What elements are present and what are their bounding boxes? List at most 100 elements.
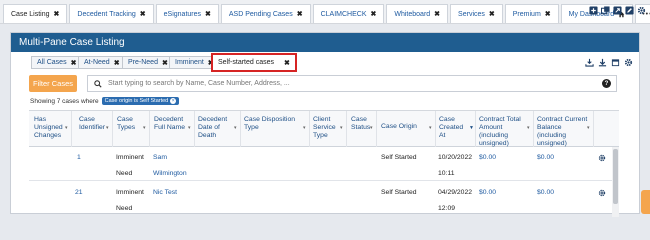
gear-icon[interactable] xyxy=(624,58,633,69)
tab-whiteboard[interactable]: Whiteboard ✖ xyxy=(386,4,449,23)
tab-label: ASD Pending Cases xyxy=(228,10,293,18)
case-id-link[interactable]: 21 xyxy=(75,189,83,196)
panel-toolbar-icons xyxy=(585,58,633,69)
col-contract-total-amount[interactable]: Contract Total Amount (including unsigne… xyxy=(479,116,533,148)
decedent-name-link[interactable]: Sam xyxy=(153,154,167,161)
close-icon[interactable]: ✖ xyxy=(205,10,211,18)
sub-tab-bar: All Cases✖ At-Need✖ Pre-Need✖ Imminent✖ … xyxy=(11,52,639,74)
subtab-at-need[interactable]: At-Need ✖ xyxy=(78,56,126,69)
grid-header: Has Unsigned Changes Case Identifier Cas… xyxy=(29,111,619,147)
subtab-all-cases[interactable]: All Cases ✖ xyxy=(31,56,83,69)
filter-summary: Showing 7 cases where Case origin is Sel… xyxy=(30,97,180,105)
tab-label: CLAIMCHECK xyxy=(320,10,367,18)
close-icon[interactable]: ✖ xyxy=(114,59,120,67)
case-id-link[interactable]: 1 xyxy=(77,154,81,161)
gear-icon[interactable] xyxy=(637,6,646,15)
close-icon[interactable]: ✖ xyxy=(434,10,440,18)
grid-scrollbar[interactable] xyxy=(612,147,619,217)
sort-icon[interactable]: ▾ xyxy=(340,125,343,131)
chip-label: Case origin is Self Started xyxy=(104,98,169,104)
help-icon[interactable]: ? xyxy=(602,79,611,88)
search-icon xyxy=(94,79,102,88)
sort-desc-icon[interactable]: ▼ xyxy=(469,125,474,131)
close-icon[interactable]: ✖ xyxy=(545,10,551,18)
col-client-service-type[interactable]: Client Service Type xyxy=(313,116,341,140)
close-icon[interactable]: ✖ xyxy=(54,10,60,18)
sort-icon[interactable]: ▾ xyxy=(234,125,237,131)
download-icon[interactable] xyxy=(598,58,607,69)
scrollbar-thumb[interactable] xyxy=(613,149,618,204)
col-case-created-at[interactable]: Case Created At xyxy=(439,116,471,140)
close-icon[interactable]: ✖ xyxy=(162,59,168,67)
close-icon[interactable]: ✖ xyxy=(140,10,146,18)
sort-icon[interactable]: ▾ xyxy=(188,125,191,131)
subtab-self-started-cases[interactable]: Self-started cases ✖ xyxy=(211,53,297,72)
cases-grid: Has Unsigned Changes Case Identifier Cas… xyxy=(29,110,619,217)
subtab-label: Self-started cases xyxy=(218,59,275,66)
tab-label: Services xyxy=(458,10,485,18)
close-icon[interactable]: ✖ xyxy=(489,10,495,18)
case-type: Need xyxy=(116,205,133,212)
search-input[interactable]: Start typing to search by Name, Case Num… xyxy=(87,75,617,92)
tab-case-listing[interactable]: Case Listing ✖ xyxy=(3,4,68,23)
table-row[interactable]: 1 Imminent Need Sam Wilmington Self Star… xyxy=(29,147,619,181)
gear-icon[interactable] xyxy=(598,189,606,197)
contract-balance[interactable]: $0.00 xyxy=(537,189,554,196)
created-date: 10/20/2022 xyxy=(438,154,473,161)
decedent-name-link[interactable]: Nic Test xyxy=(153,189,177,196)
contract-balance[interactable]: $0.00 xyxy=(537,154,554,161)
close-icon[interactable]: ✖ xyxy=(284,59,290,67)
gear-icon[interactable] xyxy=(598,154,606,162)
tab-claimcheck[interactable]: CLAIMCHECK ✖ xyxy=(312,4,385,23)
sort-icon[interactable]: ▾ xyxy=(303,125,306,131)
tab-label: eSignatures xyxy=(163,10,202,18)
showing-text: Showing 7 cases where xyxy=(30,97,99,105)
sort-icon[interactable]: ▾ xyxy=(527,125,530,131)
filter-chip[interactable]: Case origin is Self Started × xyxy=(101,97,180,105)
side-feedback-tab[interactable] xyxy=(641,190,650,214)
decedent-name-link[interactable]: Wilmington xyxy=(153,170,187,177)
sort-icon[interactable]: ▾ xyxy=(143,125,146,131)
case-type: Imminent xyxy=(116,189,144,196)
close-icon[interactable]: ✖ xyxy=(71,59,77,67)
close-icon[interactable]: × xyxy=(170,98,177,104)
case-origin: Self Started xyxy=(381,154,417,161)
contract-total[interactable]: $0.00 xyxy=(479,154,496,161)
tab-esignatures[interactable]: eSignatures ✖ xyxy=(155,4,219,23)
subtab-label: At-Need xyxy=(84,59,110,66)
top-toolbar-icons xyxy=(589,6,646,15)
col-case-identifier[interactable]: Case Identifier xyxy=(79,116,109,132)
contract-total[interactable]: $0.00 xyxy=(479,189,496,196)
col-contract-current-balance[interactable]: Contract Current Balance (including unsi… xyxy=(537,116,591,148)
edit-icon[interactable] xyxy=(625,6,634,15)
case-origin: Self Started xyxy=(381,189,417,196)
tab-services[interactable]: Services ✖ xyxy=(450,4,503,23)
sort-icon[interactable]: ▾ xyxy=(429,125,432,131)
created-time: 12:09 xyxy=(438,205,456,212)
subtab-pre-need[interactable]: Pre-Need ✖ xyxy=(122,56,174,69)
sort-icon[interactable]: ▾ xyxy=(106,125,109,131)
subtab-label: Pre-Need xyxy=(128,59,158,66)
sort-icon[interactable]: ▾ xyxy=(65,125,68,131)
col-case-origin[interactable]: Case Origin xyxy=(381,123,431,131)
export-icon[interactable] xyxy=(585,58,594,69)
sort-icon[interactable]: ▾ xyxy=(587,125,590,131)
tab-premium[interactable]: Premium ✖ xyxy=(504,4,559,23)
col-has-unsigned-changes[interactable]: Has Unsigned Changes xyxy=(34,116,74,140)
close-icon[interactable]: ✖ xyxy=(297,10,303,18)
sort-icon[interactable]: ▾ xyxy=(370,125,373,131)
col-case-disposition-type[interactable]: Case Disposition Type xyxy=(244,116,304,132)
tab-decedent-tracking[interactable]: Decedent Tracking ✖ xyxy=(69,4,154,23)
created-time: 10:11 xyxy=(438,170,455,177)
expand-icon[interactable] xyxy=(613,6,622,15)
panel-title: Multi-Pane Case Listing xyxy=(11,33,639,52)
tab-asd-pending-cases[interactable]: ASD Pending Cases ✖ xyxy=(220,4,311,23)
close-icon[interactable]: ✖ xyxy=(371,10,377,18)
add-icon[interactable] xyxy=(589,6,598,15)
calendar-icon[interactable] xyxy=(611,58,620,69)
table-row[interactable]: 21 Imminent Need Nic Test Self Started 0… xyxy=(29,182,619,217)
col-decedent-full-name[interactable]: Decedent Full Name xyxy=(154,116,190,132)
filter-cases-button[interactable]: Filter Cases xyxy=(29,75,77,92)
windows-icon[interactable] xyxy=(601,6,610,15)
col-decedent-date-of-death[interactable]: Decedent Date of Death xyxy=(198,116,234,140)
